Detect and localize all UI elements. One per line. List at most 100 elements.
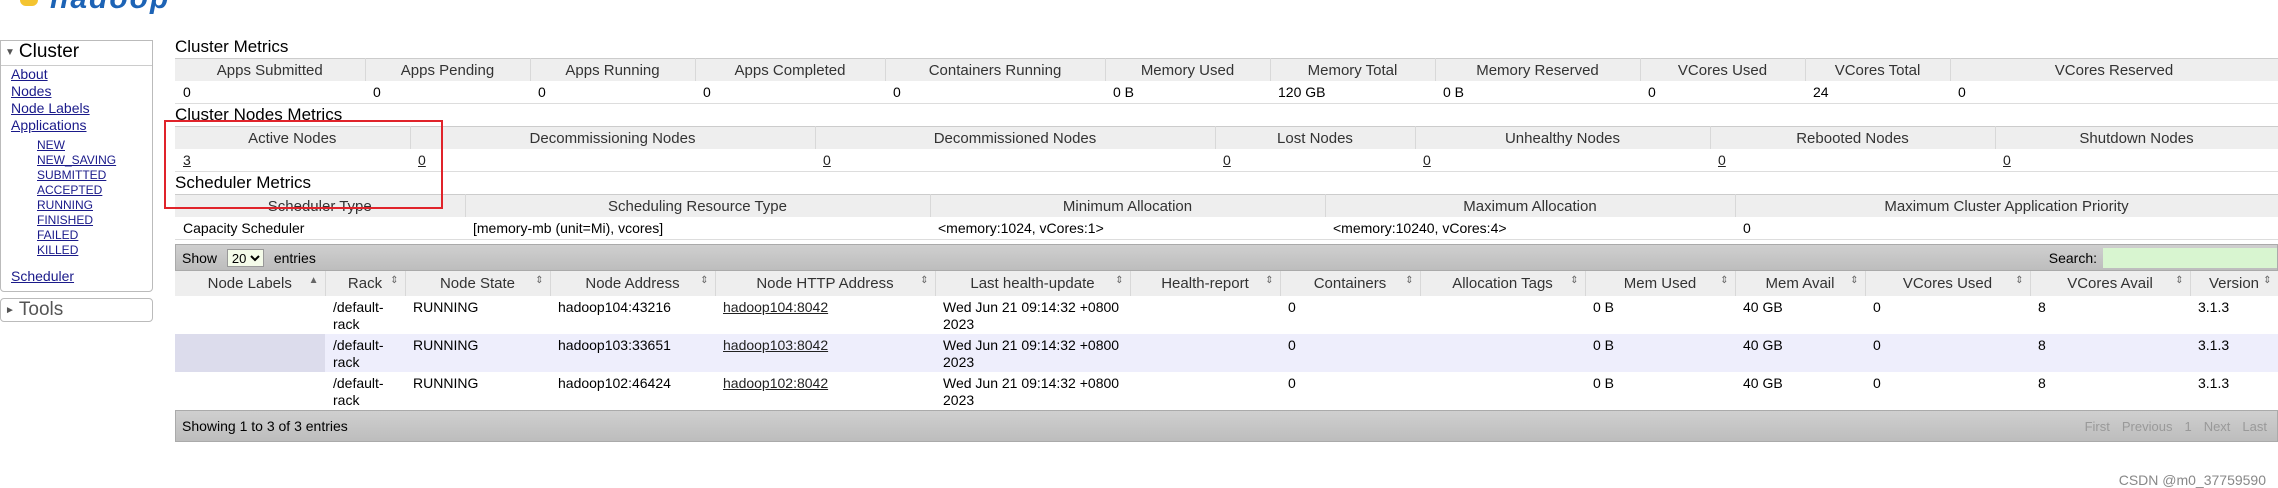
shutdown-nodes-link[interactable]: 0 [2003, 152, 2011, 168]
cm-value: 0 [365, 81, 530, 104]
col-version[interactable]: Version ⇕ [2190, 271, 2278, 296]
cell-mem-avail: 40 GB [1735, 372, 1865, 410]
watermark: CSDN @m0_37759590 [2118, 472, 2266, 488]
pagination: First Previous 1 Next Last [2085, 419, 2277, 434]
sort-icon: ⇕ [2015, 275, 2024, 286]
decommissioned-nodes-link[interactable]: 0 [823, 152, 831, 168]
node-metrics-title: Cluster Nodes Metrics [175, 105, 343, 124]
cell-containers: 0 [1280, 334, 1420, 372]
node-http-link[interactable]: hadoop102:8042 [723, 375, 828, 391]
nav-link-scheduler[interactable]: Scheduler [1, 268, 152, 285]
cm-header: VCores Used [1640, 58, 1806, 81]
rebooted-nodes-link[interactable]: 0 [1718, 152, 1726, 168]
cell-state: RUNNING [405, 372, 550, 410]
col-containers[interactable]: Containers ⇕ [1280, 271, 1421, 296]
nav-app-accepted[interactable]: ACCEPTED [1, 183, 152, 198]
col-node-state[interactable]: Node State ⇕ [405, 271, 551, 296]
cluster-nav-box: ▼ Cluster About Nodes Node Labels Applic… [0, 40, 153, 292]
sort-icon: ⇕ [535, 275, 544, 286]
nav-app-running[interactable]: RUNNING [1, 198, 152, 213]
cell-address: hadoop102:46424 [550, 372, 715, 410]
node-http-link[interactable]: hadoop104:8042 [723, 299, 828, 315]
cell-containers: 0 [1280, 372, 1420, 410]
cell-containers: 0 [1280, 296, 1420, 334]
sm-header: Scheduler Type [175, 194, 466, 217]
col-allocation-tags[interactable]: Allocation Tags ⇕ [1420, 271, 1586, 296]
node-http-link[interactable]: hadoop103:8042 [723, 337, 828, 353]
pager-next[interactable]: Next [2204, 419, 2231, 434]
cell-address: hadoop104:43216 [550, 296, 715, 334]
pager-page-1[interactable]: 1 [2184, 419, 2191, 434]
sort-icon: ⇕ [920, 275, 929, 286]
cell-vc-avail: 8 [2030, 334, 2190, 372]
cm-value: 0 B [1105, 81, 1270, 104]
cm-header: Containers Running [885, 58, 1106, 81]
cell-vc-avail: 8 [2030, 372, 2190, 410]
search-input[interactable] [2103, 247, 2277, 268]
nav-app-new[interactable]: NEW [1, 138, 152, 153]
page-size-select[interactable]: 20 [226, 248, 264, 267]
col-last-health-update[interactable]: Last health-update ⇕ [935, 271, 1131, 296]
col-node-http-address[interactable]: Node HTTP Address ⇕ [715, 271, 936, 296]
pager-previous[interactable]: Previous [2122, 419, 2173, 434]
nm-header: Rebooted Nodes [1710, 126, 1996, 149]
decommissioning-nodes-link[interactable]: 0 [418, 152, 426, 168]
sm-value: 0 [1735, 217, 2278, 240]
cm-header: VCores Reserved [1950, 58, 2278, 81]
sort-icon: ⇕ [1115, 275, 1124, 286]
cell-label [175, 372, 325, 410]
nodes-datatable: Show 20 entries Search: Node Labels ▲ Rac… [175, 244, 2278, 442]
sort-icon: ⇕ [1850, 275, 1859, 286]
cell-rack: /default-rack [325, 372, 405, 410]
col-node-address[interactable]: Node Address ⇕ [550, 271, 716, 296]
tools-nav-header[interactable]: ► Tools [0, 298, 153, 322]
nav-app-killed[interactable]: KILLED [1, 243, 152, 258]
nodes-table: Node Labels ▲ Rack ⇕ Node State ⇕ Node Addr… [175, 271, 2278, 410]
pager-first[interactable]: First [2085, 419, 2110, 434]
left-nav: ▼ Cluster About Nodes Node Labels Applic… [0, 40, 153, 322]
nav-app-failed[interactable]: FAILED [1, 228, 152, 243]
nav-link-node-labels[interactable]: Node Labels [1, 100, 152, 117]
cell-rack: /default-rack [325, 296, 405, 334]
cluster-metrics-table: Apps Submitted Apps Pending Apps Running… [175, 58, 2278, 104]
col-vcores-used[interactable]: VCores Used ⇕ [1865, 271, 2031, 296]
cell-http: hadoop104:8042 [715, 296, 935, 334]
cm-header: Memory Reserved [1435, 58, 1641, 81]
col-node-labels[interactable]: Node Labels ▲ [175, 271, 326, 296]
table-row: /default-rack RUNNING hadoop103:33651 hadoo… [175, 334, 2278, 372]
nav-link-applications[interactable]: Applications [1, 117, 152, 134]
cm-value: 24 [1805, 81, 1950, 104]
cm-value: 0 B [1435, 81, 1640, 104]
nav-link-about[interactable]: About [1, 66, 152, 83]
cell-version: 3.1.3 [2190, 334, 2278, 372]
show-label: Show [182, 249, 218, 266]
cm-header: Apps Pending [365, 58, 531, 81]
cm-value: 0 [175, 81, 365, 104]
cell-report [1130, 334, 1280, 372]
col-rack[interactable]: Rack ⇕ [325, 271, 406, 296]
cell-mem-used: 0 B [1585, 372, 1735, 410]
nav-app-finished[interactable]: FINISHED [1, 213, 152, 228]
nav-app-new-saving[interactable]: NEW_SAVING [1, 153, 152, 168]
active-nodes-link[interactable]: 3 [183, 152, 191, 168]
nm-header: Lost Nodes [1215, 126, 1416, 149]
cell-address: hadoop103:33651 [550, 334, 715, 372]
cell-tags [1420, 372, 1585, 410]
col-vcores-avail[interactable]: VCores Avail ⇕ [2030, 271, 2191, 296]
nav-app-submitted[interactable]: SUBMITTED [1, 168, 152, 183]
cell-label [175, 296, 325, 334]
unhealthy-nodes-link[interactable]: 0 [1423, 152, 1431, 168]
tools-label: Tools [18, 299, 64, 320]
cell-label [175, 334, 325, 372]
lost-nodes-link[interactable]: 0 [1223, 152, 1231, 168]
pager-last[interactable]: Last [2242, 419, 2267, 434]
collapsed-triangle-icon: ► [5, 304, 15, 316]
datatable-footer: Showing 1 to 3 of 3 entries First Previo… [175, 410, 2278, 442]
nav-link-nodes[interactable]: Nodes [1, 83, 152, 100]
cell-version: 3.1.3 [2190, 372, 2278, 410]
col-health-report[interactable]: Health-report ⇕ [1130, 271, 1281, 296]
col-mem-avail[interactable]: Mem Avail ⇕ [1735, 271, 1866, 296]
cluster-metrics-title: Cluster Metrics [175, 37, 289, 56]
col-mem-used[interactable]: Mem Used ⇕ [1585, 271, 1736, 296]
cluster-nav-header[interactable]: ▼ Cluster [1, 41, 152, 66]
